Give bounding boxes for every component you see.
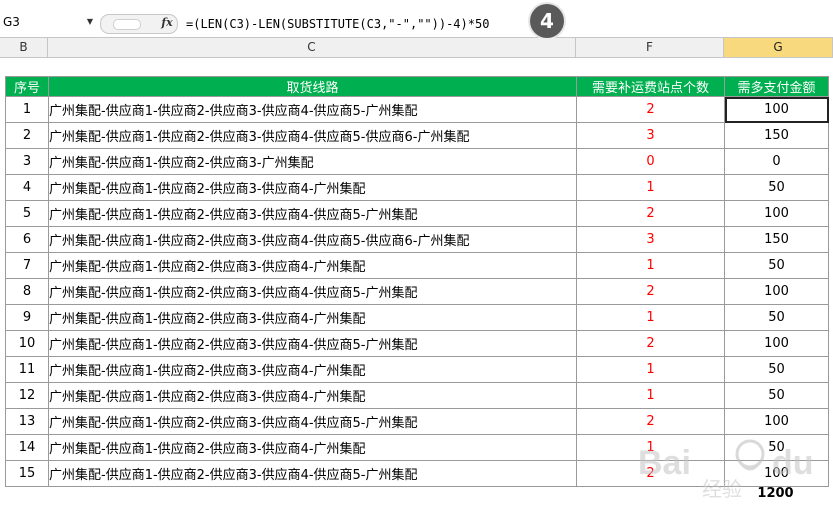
route-cell[interactable]: 广州集配-供应商1-供应商2-供应商3-供应商4-供应商5-广州集配 (48, 330, 577, 357)
station-count-cell[interactable]: 1 (576, 304, 725, 331)
column-header-c[interactable]: C (48, 38, 576, 57)
column-header-b[interactable]: B (0, 38, 48, 57)
header-cell-count[interactable]: 需要补运费站点个数 (576, 76, 725, 97)
table-row: 6 广州集配-供应商1-供应商2-供应商3-供应商4-供应商5-供应商6-广州集配… (5, 226, 829, 253)
route-cell[interactable]: 广州集配-供应商1-供应商2-供应商3-供应商4-供应商5-供应商6-广州集配 (48, 226, 577, 253)
table-row: 8 广州集配-供应商1-供应商2-供应商3-供应商4-供应商5-广州集配 2 100 (5, 278, 829, 305)
data-table: 序号 取货线路 需要补运费站点个数 需多支付金额 1 广州集配-供应商1-供应商2… (5, 76, 829, 487)
station-count-cell[interactable]: 3 (576, 122, 725, 149)
station-count-cell[interactable]: 1 (576, 356, 725, 383)
route-cell[interactable]: 广州集配-供应商1-供应商2-供应商3-供应商4-广州集配 (48, 174, 577, 201)
route-cell[interactable]: 广州集配-供应商1-供应商2-供应商3-供应商4-供应商5-广州集配 (48, 460, 577, 487)
extra-amount-cell[interactable]: 100 (724, 330, 829, 357)
table-row: 15 广州集配-供应商1-供应商2-供应商3-供应商4-供应商5-广州集配 2 100 (5, 460, 829, 487)
table-row: 10 广州集配-供应商1-供应商2-供应商3-供应商4-供应商5-广州集配 2 100 (5, 330, 829, 357)
extra-amount-cell[interactable]: 150 (724, 122, 829, 149)
station-count-cell[interactable]: 2 (576, 96, 725, 123)
route-cell[interactable]: 广州集配-供应商1-供应商2-供应商3-供应商4-供应商5-广州集配 (48, 278, 577, 305)
row-number-cell[interactable]: 15 (5, 460, 49, 487)
extra-amount-cell[interactable]: 100 (724, 96, 829, 123)
row-number-cell[interactable]: 4 (5, 174, 49, 201)
table-row: 5 广州集配-供应商1-供应商2-供应商3-供应商4-供应商5-广州集配 2 100 (5, 200, 829, 227)
table-row: 12 广州集配-供应商1-供应商2-供应商3-供应商4-广州集配 1 50 (5, 382, 829, 409)
station-count-cell[interactable]: 2 (576, 200, 725, 227)
table-row: 3 广州集配-供应商1-供应商2-供应商3-广州集配 0 0 (5, 148, 829, 175)
extra-amount-cell[interactable]: 100 (724, 200, 829, 227)
row-number-cell[interactable]: 3 (5, 148, 49, 175)
column-header-g[interactable]: G (724, 38, 833, 57)
row-number-cell[interactable]: 1 (5, 96, 49, 123)
station-count-cell[interactable]: 1 (576, 252, 725, 279)
route-cell[interactable]: 广州集配-供应商1-供应商2-供应商3-供应商4-广州集配 (48, 434, 577, 461)
column-header-f[interactable]: F (576, 38, 724, 57)
extra-amount-cell[interactable]: 150 (724, 226, 829, 253)
total-amount-cell[interactable]: 1200 (724, 484, 827, 504)
route-cell[interactable]: 广州集配-供应商1-供应商2-供应商3-广州集配 (48, 148, 577, 175)
header-cell-route[interactable]: 取货线路 (48, 76, 577, 97)
table-row: 1 广州集配-供应商1-供应商2-供应商3-供应商4-供应商5-广州集配 2 100 (5, 96, 829, 123)
extra-amount-cell[interactable]: 100 (724, 278, 829, 305)
extra-amount-cell[interactable]: 0 (724, 148, 829, 175)
splitter-grip-icon[interactable] (113, 19, 141, 30)
table-row: 4 广州集配-供应商1-供应商2-供应商3-供应商4-广州集配 1 50 (5, 174, 829, 201)
header-cell-no[interactable]: 序号 (5, 76, 49, 97)
station-count-cell[interactable]: 3 (576, 226, 725, 253)
station-count-cell[interactable]: 1 (576, 174, 725, 201)
table-header-row: 序号 取货线路 需要补运费站点个数 需多支付金额 (5, 76, 829, 97)
station-count-cell[interactable]: 1 (576, 382, 725, 409)
column-header-bar: B C F G (0, 38, 833, 58)
station-count-cell[interactable]: 0 (576, 148, 725, 175)
extra-amount-cell[interactable]: 50 (724, 304, 829, 331)
table-row: 11 广州集配-供应商1-供应商2-供应商3-供应商4-广州集配 1 50 (5, 356, 829, 383)
extra-amount-cell[interactable]: 50 (724, 382, 829, 409)
row-number-cell[interactable]: 7 (5, 252, 49, 279)
route-cell[interactable]: 广州集配-供应商1-供应商2-供应商3-供应商4-供应商5-广州集配 (48, 96, 577, 123)
row-number-cell[interactable]: 12 (5, 382, 49, 409)
row-number-cell[interactable]: 6 (5, 226, 49, 253)
route-cell[interactable]: 广州集配-供应商1-供应商2-供应商3-供应商4-广州集配 (48, 382, 577, 409)
station-count-cell[interactable]: 2 (576, 408, 725, 435)
station-count-cell[interactable]: 2 (576, 330, 725, 357)
route-cell[interactable]: 广州集配-供应商1-供应商2-供应商3-供应商4-供应商5-供应商6-广州集配 (48, 122, 577, 149)
table-row: 14 广州集配-供应商1-供应商2-供应商3-供应商4-广州集配 1 50 (5, 434, 829, 461)
route-cell[interactable]: 广州集配-供应商1-供应商2-供应商3-供应商4-广州集配 (48, 304, 577, 331)
formula-bar: G3 ▼ fx =(LEN(C3)-LEN(SUBSTITUTE(C3,"-",… (0, 0, 833, 38)
row-number-cell[interactable]: 10 (5, 330, 49, 357)
extra-amount-cell[interactable]: 50 (724, 174, 829, 201)
table-row: 2 广州集配-供应商1-供应商2-供应商3-供应商4-供应商5-供应商6-广州集配… (5, 122, 829, 149)
route-cell[interactable]: 广州集配-供应商1-供应商2-供应商3-供应商4-广州集配 (48, 252, 577, 279)
extra-amount-cell[interactable]: 100 (724, 408, 829, 435)
row-number-cell[interactable]: 5 (5, 200, 49, 227)
row-number-cell[interactable]: 14 (5, 434, 49, 461)
extra-amount-cell[interactable]: 50 (724, 252, 829, 279)
row-number-cell[interactable]: 9 (5, 304, 49, 331)
route-cell[interactable]: 广州集配-供应商1-供应商2-供应商3-供应商4-供应商5-广州集配 (48, 408, 577, 435)
insert-function-icon[interactable]: fx (158, 15, 176, 31)
row-number-cell[interactable]: 2 (5, 122, 49, 149)
chevron-down-icon[interactable]: ▼ (85, 15, 95, 29)
table-row: 9 广州集配-供应商1-供应商2-供应商3-供应商4-广州集配 1 50 (5, 304, 829, 331)
row-number-cell[interactable]: 11 (5, 356, 49, 383)
route-cell[interactable]: 广州集配-供应商1-供应商2-供应商3-供应商4-广州集配 (48, 356, 577, 383)
table-row: 13 广州集配-供应商1-供应商2-供应商3-供应商4-供应商5-广州集配 2 100 (5, 408, 829, 435)
formula-input[interactable]: =(LEN(C3)-LEN(SUBSTITUTE(C3,"-",""))-4)*… (186, 14, 489, 34)
extra-amount-cell[interactable]: 50 (724, 356, 829, 383)
station-count-cell[interactable]: 2 (576, 278, 725, 305)
extra-amount-cell[interactable]: 50 (724, 434, 829, 461)
station-count-cell[interactable]: 1 (576, 434, 725, 461)
station-count-cell[interactable]: 2 (576, 460, 725, 487)
table-row: 7 广州集配-供应商1-供应商2-供应商3-供应商4-广州集配 1 50 (5, 252, 829, 279)
step-badge: 4 (530, 4, 564, 38)
header-cell-amount[interactable]: 需多支付金额 (724, 76, 829, 97)
extra-amount-cell[interactable]: 100 (724, 460, 829, 487)
row-number-cell[interactable]: 8 (5, 278, 49, 305)
route-cell[interactable]: 广州集配-供应商1-供应商2-供应商3-供应商4-供应商5-广州集配 (48, 200, 577, 227)
row-number-cell[interactable]: 13 (5, 408, 49, 435)
